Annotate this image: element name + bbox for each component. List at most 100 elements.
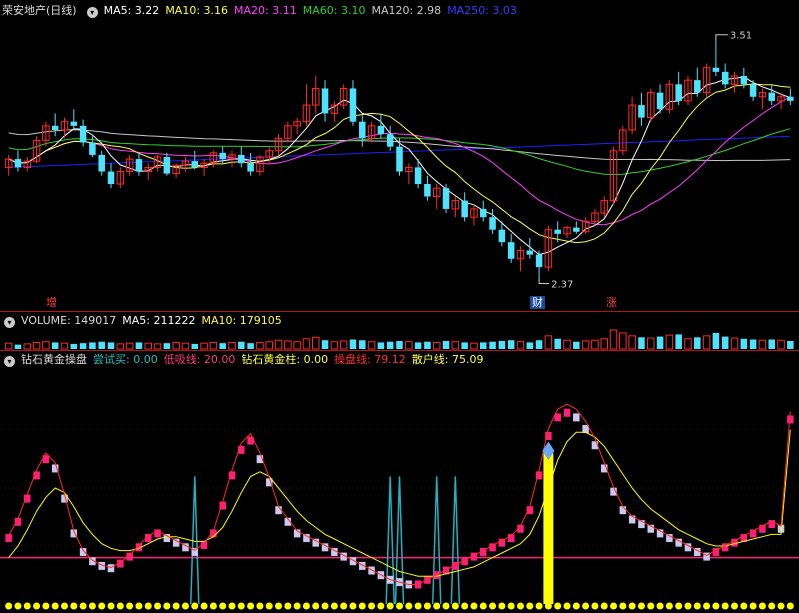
- candle-body: [377, 125, 385, 135]
- candle-body: [163, 157, 171, 174]
- volume-bar: [70, 343, 78, 349]
- volume-bar: [60, 342, 69, 350]
- volume-bar: [544, 335, 553, 350]
- candle-body: [768, 92, 775, 101]
- baseline-dot: [368, 602, 376, 610]
- baseline-dot: [209, 602, 217, 610]
- volume-bar: [702, 335, 711, 350]
- price-chart-canvas[interactable]: 3.51 2.37: [0, 0, 799, 613]
- volume-bar: [619, 332, 627, 350]
- baseline-dot: [181, 602, 189, 610]
- volume-bar: [479, 342, 487, 349]
- ind-label-1: 低吸线: 20.00: [163, 353, 236, 366]
- baseline-dot: [507, 602, 515, 610]
- volume-bar: [609, 329, 618, 350]
- baseline-dot: [302, 602, 310, 610]
- baseline-dot: [116, 602, 124, 610]
- main-toggle-icon[interactable]: ▾: [86, 7, 98, 18]
- candle-body: [349, 88, 357, 122]
- vol-ma-label-0: MA5: 211222: [122, 314, 196, 327]
- volume-bar: [89, 342, 96, 349]
- baseline-dot: [768, 602, 776, 610]
- baseline-dot: [554, 602, 562, 610]
- event-marker-zeng[interactable]: 增: [44, 296, 59, 309]
- event-marker-cai[interactable]: 财: [530, 296, 545, 309]
- volume-bar: [302, 338, 311, 350]
- baseline-dot: [489, 602, 497, 610]
- volume-bar: [694, 337, 701, 349]
- volume-bar: [153, 343, 162, 350]
- candle-body: [721, 71, 729, 85]
- volume-bar: [32, 341, 41, 350]
- baseline-dot: [619, 602, 627, 610]
- baseline-dot: [144, 602, 152, 610]
- volume-bar: [442, 340, 450, 349]
- baseline-dot: [498, 602, 506, 610]
- candle-body: [89, 142, 96, 155]
- volume-bar: [451, 341, 460, 350]
- main-panel-header: 荣安地产(日线) ▾ MA5: 3.22 MA10: 3.16 MA20: 3.11 MA…: [0, 2, 529, 20]
- volume-toggle-icon[interactable]: ▾: [4, 317, 15, 328]
- candle-body: [98, 154, 105, 172]
- baseline-dot: [126, 602, 134, 610]
- baseline-dot: [703, 602, 711, 610]
- volume-bar: [787, 340, 794, 349]
- baseline-dot: [377, 602, 385, 610]
- volume-bar: [4, 342, 13, 350]
- baseline-dot: [786, 602, 794, 610]
- candle-body: [694, 80, 701, 93]
- low-pointer: [538, 277, 550, 284]
- baseline-dot: [758, 602, 766, 610]
- volume-bar: [563, 339, 571, 350]
- volume-title: VOLUME: 149017: [21, 314, 117, 327]
- baseline-dot: [749, 602, 757, 610]
- volume-bar: [135, 342, 143, 349]
- baseline-dot: [237, 602, 245, 610]
- candle-body: [442, 188, 450, 209]
- candle-body: [498, 229, 506, 243]
- event-marker-zhang[interactable]: 涨: [604, 296, 619, 309]
- baseline-dot: [656, 602, 664, 610]
- operate-block: [563, 408, 571, 417]
- baseline-dot: [107, 602, 115, 610]
- baseline-dot: [228, 602, 236, 610]
- baseline-dot: [423, 602, 431, 610]
- baseline-dot: [647, 602, 655, 610]
- ind-label-2: 钻石黄金柱: 0.00: [241, 353, 329, 366]
- baseline-dot: [51, 602, 59, 610]
- baseline-dot: [321, 602, 329, 610]
- volume-bar: [274, 339, 283, 350]
- volume-bar: [628, 335, 636, 350]
- baseline-dot: [219, 602, 227, 610]
- volume-bar: [339, 340, 348, 350]
- candle-body: [535, 254, 543, 268]
- ma-label-2: MA20: 3.11: [234, 4, 297, 17]
- baseline-dot: [312, 602, 320, 610]
- volume-bar: [758, 339, 767, 350]
- baseline-dot: [637, 602, 645, 610]
- try-buy-spike: [385, 476, 395, 605]
- baseline-dot: [79, 602, 87, 610]
- baseline-dot: [563, 602, 571, 610]
- baseline-dot: [60, 602, 68, 610]
- candle-body: [749, 84, 757, 97]
- baseline-dot: [591, 602, 599, 610]
- baseline-dot: [14, 602, 22, 610]
- baseline-dot: [740, 602, 748, 610]
- candle-body: [638, 105, 645, 118]
- baseline-dot: [349, 602, 357, 610]
- candle-body: [70, 121, 78, 126]
- baseline-dot: [628, 602, 636, 610]
- indicator-toggle-icon[interactable]: ▾: [4, 356, 15, 367]
- operate-block: [619, 506, 627, 515]
- vol-ma-label-1: MA10: 179105: [201, 314, 282, 327]
- volume-bar: [330, 341, 339, 350]
- volume-bar: [470, 342, 478, 350]
- volume-bar: [768, 339, 775, 349]
- candle-body: [424, 184, 431, 197]
- volume-bar: [349, 339, 357, 349]
- volume-bar: [396, 340, 403, 349]
- volume-bar: [293, 341, 301, 350]
- volume-bar: [219, 343, 226, 349]
- volume-bar: [684, 338, 692, 350]
